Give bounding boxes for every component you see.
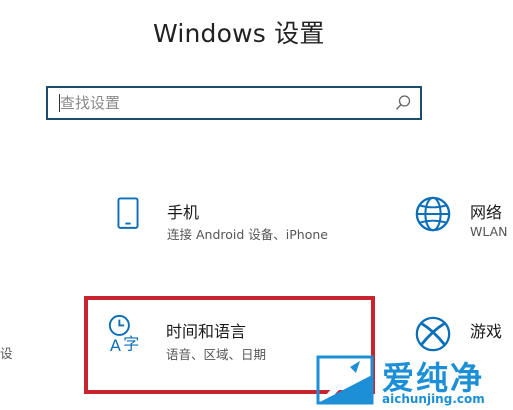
tile-gaming-title: 游戏 bbox=[470, 322, 503, 341]
tile-phone[interactable]: 手机 连接 Android 设备、iPhone bbox=[105, 190, 355, 250]
globe-icon bbox=[415, 196, 451, 232]
tile-network-title: 网络 bbox=[470, 203, 503, 222]
search-box[interactable] bbox=[46, 86, 422, 120]
watermark-logo-icon bbox=[316, 355, 374, 405]
time-language-icon: A 字 bbox=[108, 314, 139, 355]
tile-phone-subtitle: 连接 Android 设备、iPhone bbox=[167, 227, 328, 242]
tile-time-language-subtitle: 语音、区域、日期 bbox=[166, 347, 267, 362]
svg-text:字: 字 bbox=[123, 334, 139, 353]
tile-phone-title: 手机 bbox=[167, 203, 200, 222]
search-input[interactable] bbox=[60, 88, 390, 118]
tile-time-language-title: 时间和语言 bbox=[166, 322, 247, 341]
tile-network-subtitle: WLAN bbox=[470, 224, 508, 239]
watermark-url: aichunjing.com bbox=[382, 392, 485, 406]
svg-text:A: A bbox=[110, 336, 121, 355]
text-caret bbox=[59, 94, 60, 112]
page-title: Windows 设置 bbox=[153, 19, 325, 48]
xbox-icon bbox=[415, 316, 451, 352]
phone-icon bbox=[117, 197, 139, 229]
tile-network[interactable]: 网络 WLAN bbox=[410, 190, 513, 250]
search-icon[interactable] bbox=[394, 94, 412, 112]
left-tile-subtitle-fragment: 设 bbox=[0, 346, 13, 361]
watermark: 爱纯净 aichunjing.com bbox=[316, 355, 513, 410]
